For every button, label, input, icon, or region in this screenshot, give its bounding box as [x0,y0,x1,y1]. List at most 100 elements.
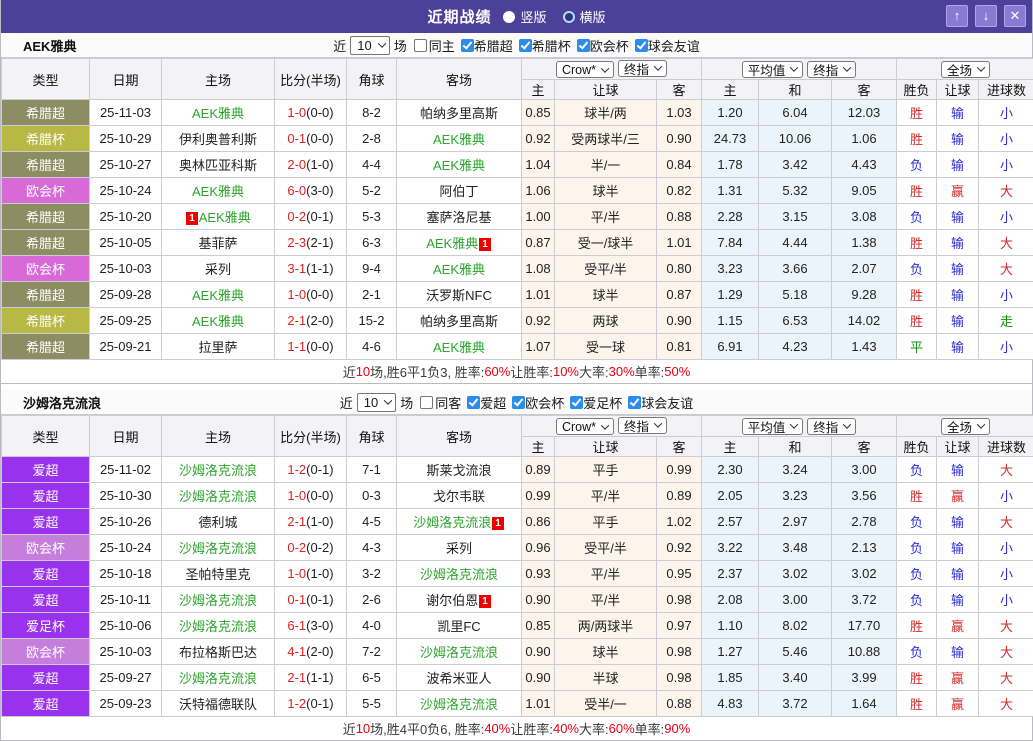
odds-stage-select[interactable]: 终指 [807,418,856,435]
date-cell: 25-10-06 [90,613,162,639]
odds-stage-select[interactable]: 终指 [618,417,667,434]
chevron-down-icon [790,63,798,71]
chevron-down-icon [843,63,851,71]
score-cell: 3-1(1-1) [275,256,347,282]
move-down-button[interactable]: ↓ [975,5,997,27]
corner-cell: 5-3 [347,204,397,230]
result-cell: 胜 [897,691,937,717]
filter-bar: 近 10 场 同客 爱超 欧会杯 爱足杯 球会友谊 [340,393,694,412]
score-cell: 4-1(2-0) [275,639,347,665]
red-card-badge: 1 [479,238,491,251]
score-cell: 2-1(1-1) [275,665,347,691]
average-select[interactable]: 平均值 [742,61,804,78]
result-cell: 负 [897,587,937,613]
score-cell: 2-1(1-0) [275,509,347,535]
home-team-cell: 1AEK雅典 [162,204,275,230]
avg-home-odds: 1.78 [702,152,759,178]
avg-home-odds: 2.05 [702,483,759,509]
corner-cell: 5-5 [347,691,397,717]
crow-away-odds: 1.02 [657,509,702,535]
crow-home-odds: 1.00 [522,204,555,230]
score-cell: 1-0(0-0) [275,100,347,126]
league-checkbox[interactable] [519,39,532,52]
same-venue-checkbox[interactable] [420,396,433,409]
corner-cell: 4-4 [347,152,397,178]
avg-draw-odds: 3.66 [759,256,832,282]
match-count-select[interactable]: 10 [357,393,396,412]
league-checkbox[interactable] [635,39,648,52]
fulltime-select[interactable]: 全场 [941,418,990,435]
crow-home-odds: 1.06 [522,178,555,204]
avg-home-odds: 1.31 [702,178,759,204]
handicap-result-cell: 赢 [937,665,979,691]
red-card-badge: 1 [479,595,491,608]
crow-away-odds: 0.98 [657,639,702,665]
avg-away-odds: 2.13 [832,535,897,561]
away-team-cell: 凯里FC [397,613,522,639]
league-checkbox[interactable] [570,396,583,409]
avg-home-odds: 4.83 [702,691,759,717]
league-checkbox[interactable] [628,396,641,409]
match-row: 爱足杯25-10-06沙姆洛克流浪6-1(3-0)4-0凯里FC0.85两/两球… [2,613,1033,639]
radio-unselected-icon [563,11,575,23]
col-handicap-result: 让球 [937,80,979,100]
avg-draw-odds: 5.46 [759,639,832,665]
league-checkbox[interactable] [461,39,474,52]
result-cell: 胜 [897,230,937,256]
col-crow-handicap: 让球 [555,437,657,457]
record-summary: 近10场,胜6平1负3, 胜率:60% 让胜率:10% 大率:30% 单率:50… [1,360,1032,384]
fulltime-select[interactable]: 全场 [941,61,990,78]
match-count-select[interactable]: 10 [350,36,389,55]
avg-away-odds: 3.72 [832,587,897,613]
corner-cell: 9-4 [347,256,397,282]
handicap-result-cell: 赢 [937,613,979,639]
average-select[interactable]: 平均值 [742,418,804,435]
handicap-result-cell: 输 [937,587,979,613]
league-checkbox[interactable] [512,396,525,409]
odds-stage-select[interactable]: 终指 [618,60,667,77]
avg-away-odds: 2.07 [832,256,897,282]
avg-home-odds: 1.27 [702,639,759,665]
home-team-cell: AEK雅典 [162,308,275,334]
league-cell: 爱超 [2,457,90,483]
avg-home-odds: 1.10 [702,613,759,639]
col-score: 比分(半场) [275,59,347,100]
corner-cell: 6-3 [347,230,397,256]
bookmaker-select[interactable]: Crow* [556,61,614,78]
crow-home-odds: 0.85 [522,613,555,639]
league-checkbox[interactable] [467,396,480,409]
handicap-result-cell: 输 [937,256,979,282]
score-cell: 0-2(0-2) [275,535,347,561]
avg-away-odds: 1.06 [832,126,897,152]
goals-result-cell: 小 [979,561,1033,587]
result-cell: 负 [897,256,937,282]
crow-home-odds: 0.90 [522,587,555,613]
bookmaker-select[interactable]: Crow* [556,418,614,435]
goals-result-cell: 大 [979,509,1033,535]
league-cell: 欧会杯 [2,256,90,282]
move-up-button[interactable]: ↑ [946,5,968,27]
home-team-cell: 拉里萨 [162,334,275,360]
odds-stage-select[interactable]: 终指 [807,61,856,78]
same-venue-checkbox[interactable] [414,39,427,52]
radio-vertical[interactable]: 竖版 [503,7,546,26]
col-corner: 角球 [347,416,397,457]
handicap-result-cell: 输 [937,282,979,308]
crow-away-odds: 0.88 [657,691,702,717]
close-button[interactable]: ✕ [1004,5,1026,27]
home-team-cell: AEK雅典 [162,100,275,126]
col-crow-home: 主 [522,80,555,100]
avg-home-odds: 2.08 [702,587,759,613]
crow-home-odds: 0.92 [522,126,555,152]
handicap-result-cell: 输 [937,561,979,587]
chevron-down-icon [977,63,985,71]
avg-draw-odds: 3.15 [759,204,832,230]
crow-handicap: 两/两球半 [555,613,657,639]
league-checkbox[interactable] [577,39,590,52]
radio-horizontal[interactable]: 横版 [563,7,606,26]
red-card-badge: 1 [186,212,198,225]
avg-draw-odds: 5.18 [759,282,832,308]
goals-result-cell: 小 [979,100,1033,126]
average-header: 平均值终指 [702,59,897,80]
radio-selected-icon [503,11,515,23]
